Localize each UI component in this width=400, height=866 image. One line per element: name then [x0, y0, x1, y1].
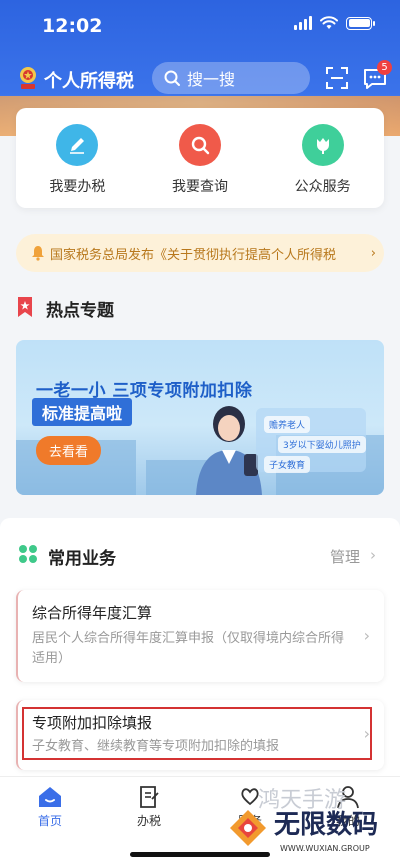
banner-go-button[interactable]: 去看看: [36, 436, 102, 465]
hot-topics-title: 热点专题: [46, 301, 114, 321]
notice-text: 国家税务总局发布《关于贯彻执行提高个人所得税: [50, 247, 337, 263]
quick-action-query[interactable]: 我要查询: [139, 108, 262, 208]
message-button[interactable]: 5: [362, 60, 392, 92]
battery-icon: [346, 16, 375, 30]
common-business-title: 常用业务: [48, 549, 116, 569]
wifi-icon: [320, 16, 338, 29]
quick-action-label: 我要办税: [49, 179, 106, 195]
status-time: 12:02: [42, 15, 103, 37]
signal-icon: [294, 16, 312, 30]
scan-icon[interactable]: [326, 67, 348, 89]
business-item-title: 综合所得年度汇算: [32, 604, 153, 622]
top-bar: 个人所得税 搜一搜 5: [0, 58, 400, 98]
home-icon: [39, 787, 61, 807]
business-item-annual-settlement[interactable]: 综合所得年度汇算 居民个人综合所得年度汇算申报（仅取得境内综合所得适用） ›: [16, 590, 384, 682]
search-placeholder: 搜一搜: [187, 70, 236, 89]
tab-label: 办税: [136, 814, 161, 828]
manage-link[interactable]: 管理: [330, 546, 360, 567]
watermark-brand: 无限数码: [274, 810, 379, 840]
chevron-right-icon: ›: [370, 245, 376, 261]
tulip-icon: [301, 124, 344, 166]
banner-chip: 3岁以下婴幼儿照护: [278, 436, 366, 453]
banner-chip: 赡养老人: [264, 416, 311, 433]
hot-topic-banner[interactable]: 一老一小 三项专项附加扣除 标准提高啦 去看看 赡养老人 3岁以下婴幼儿照护 子…: [16, 340, 384, 495]
pen-icon: [56, 124, 99, 166]
chevron-right-icon: ›: [370, 546, 376, 564]
tab-tax[interactable]: 办税: [119, 785, 179, 829]
bell-icon: [32, 246, 44, 261]
search-icon: [164, 70, 180, 86]
quick-action-label: 我要查询: [172, 179, 228, 195]
clover-icon: [19, 545, 37, 563]
banner-chip: 子女教育: [264, 456, 311, 473]
quick-action-file-tax[interactable]: 我要办税: [16, 108, 139, 208]
bookmark-icon: [18, 297, 32, 317]
tab-home[interactable]: 首页: [20, 785, 80, 829]
app-title: 个人所得税: [44, 71, 134, 92]
home-indicator: [130, 852, 270, 857]
highlight-box: [22, 707, 372, 760]
search-box[interactable]: 搜一搜: [152, 62, 310, 94]
watermark-site: WWW.WUXIAN.GROUP: [280, 844, 370, 853]
document-icon: [140, 786, 159, 808]
tab-label: 首页: [37, 814, 62, 828]
quick-actions-card: 我要办税 我要查询 公众服务: [16, 108, 384, 208]
search-icon: [179, 124, 221, 166]
watermark-logo-icon: [230, 810, 266, 846]
status-bar: 12:02: [0, 0, 400, 52]
tax-emblem-icon: [20, 67, 36, 89]
notice-bar[interactable]: 国家税务总局发布《关于贯彻执行提高个人所得税 ›: [16, 234, 384, 272]
banner-subheadline: 标准提高啦: [32, 398, 133, 426]
quick-action-public-service[interactable]: 公众服务: [261, 108, 384, 208]
message-badge: 5: [377, 60, 392, 75]
business-item-desc: 居民个人综合所得年度汇算申报（仅取得境内综合所得适用）: [32, 631, 345, 666]
status-icons: [294, 16, 375, 30]
quick-action-label: 公众服务: [294, 179, 351, 195]
chevron-right-icon: ›: [363, 626, 370, 645]
